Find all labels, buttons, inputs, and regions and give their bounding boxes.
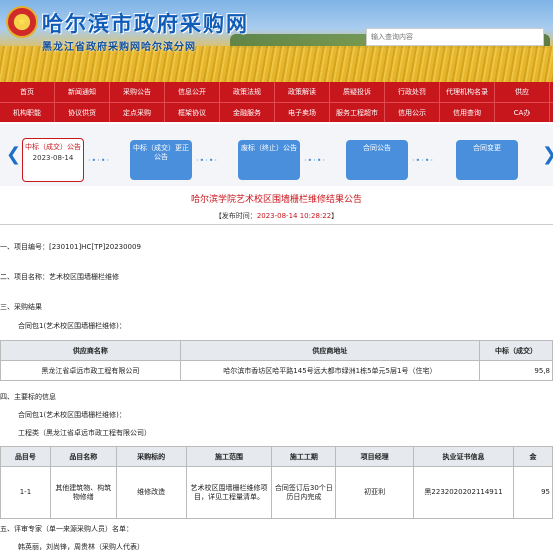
cell-certificate: 黑2232020202114911 [413,466,514,519]
col-manager: 项目经理 [335,446,415,467]
search-box[interactable] [366,28,544,46]
cell-subject: 维修改造 [115,466,187,519]
nav-framework-agreement[interactable]: 框架协议 [165,103,220,122]
nav-ca[interactable]: CA办 [495,103,550,122]
step-label: 中标（成交）更正公告 [133,144,189,161]
cell-item-name: 其他建筑物、构筑物修缮 [49,466,117,519]
col-duration: 施工工期 [271,446,337,467]
publish-prefix: 【发布时间： [214,212,257,220]
step-label: 废标（终止）公告 [241,144,297,152]
nav-designated-procurement[interactable]: 定点采购 [110,103,165,122]
main-subject-heading: 四、主要标的信息 [0,393,56,401]
col-award-amount: 中标（成交） [479,340,553,361]
col-supplier-address: 供应商地址 [179,340,481,361]
nav-regulations[interactable]: 政策法规 [220,82,275,102]
search-input[interactable] [367,29,543,45]
col-amount: 金 [513,446,553,467]
table-header-row: 供应商名称 供应商地址 中标（成交） [0,340,553,361]
step-termination[interactable]: 废标（终止）公告 [238,140,300,180]
nav-suppliers[interactable]: 供应 [495,82,550,102]
project-number-value: [230101]HC[TP]20230009 [49,243,141,251]
nav-home[interactable]: 首页 [0,82,55,102]
cell-supplier-address: 哈尔滨市香坊区哈平路145号远大都市绿洲1栋5单元5层1号（住宅） [179,360,481,381]
package-label: 合同包1(艺术校区围墙栅栏维修)： [18,411,126,419]
site-title[interactable]: 哈尔滨市政府采购网 [42,8,249,38]
col-certificate: 执业证书信息 [413,446,514,467]
step-label: 合同公告 [363,144,391,152]
step-award-notice[interactable]: 中标（成交）公告 2023-08-14 [22,138,84,182]
category-label: 工程类（黑龙江省卓远市政工程有限公司） [18,429,151,437]
publish-suffix: 】 [331,212,339,220]
table-row: 1-1 其他建筑物、构筑物修缮 维修改造 艺术校区围墙栅栏维修项目，详见工程量清… [0,466,553,519]
project-name: 二、项目名称：艺术校区围墙栅栏维修 [0,272,119,282]
nav-financial-services[interactable]: 金融服务 [220,103,275,122]
chevron-left-icon[interactable]: ❮ [6,144,21,165]
cell-item-no: 1-1 [0,466,51,519]
nav-penalties[interactable]: 行政处罚 [385,82,440,102]
nav-agency-list[interactable]: 代理机构名录 [440,82,495,102]
step-connector: ·•·•· [304,156,327,165]
nav-service-supermarket[interactable]: 服务工程超市 [330,103,385,122]
chevron-right-icon[interactable]: ❯ [542,144,553,165]
nav-e-mall[interactable]: 电子卖场 [275,103,330,122]
step-date: 2023-08-14 [32,154,74,162]
experts-heading: 五、评审专家（单一来源采购人员）名单： [0,525,133,533]
nav-complaints[interactable]: 质疑投诉 [330,82,385,102]
nav-agreement-supply[interactable]: 协议供货 [55,103,110,122]
step-label: 中标（成交）公告 [25,143,81,151]
nav-agency-functions[interactable]: 机构职能 [0,103,55,122]
cell-manager: 初亚利 [335,466,415,519]
project-name-label: 二、项目名称： [0,273,49,281]
project-number-label: 一、项目编号： [0,243,49,251]
main-nav: 首页 新闻通知 采购公告 信息公开 政策法规 政策解读 质疑投诉 行政处罚 代理… [0,82,553,102]
col-supplier-name: 供应商名称 [0,340,181,361]
nav-credit-disclosure[interactable]: 信用公示 [385,103,440,122]
nav-procurement-notices[interactable]: 采购公告 [110,82,165,102]
publish-time: 2023-08-14 10:28:22 [256,212,332,220]
col-item-name: 品目名称 [49,446,117,467]
procurement-result-heading: 三、采购结果 [0,303,42,311]
header-banner: ★ 哈尔滨市政府采购网 黑龙江省政府采购网哈尔滨分网 [0,0,553,82]
national-emblem-icon: ★ [6,6,38,38]
step-connector: ·•·•· [88,156,111,165]
col-subject: 采购标的 [115,446,187,467]
step-connector: ·•·•· [196,156,219,165]
nav-credit-query[interactable]: 信用查询 [440,103,495,122]
cell-duration: 合同签订后30个日历日内完成 [271,466,337,519]
col-scope: 施工范围 [185,446,273,467]
table-header-row: 品目号 品目名称 采购标的 施工范围 施工工期 项目经理 执业证书信息 金 [0,446,553,467]
divider [0,224,553,225]
cell-supplier-name: 黑龙江省卓远市政工程有限公司 [0,360,181,381]
nav-news[interactable]: 新闻通知 [55,82,110,102]
nav-policy-interpretation[interactable]: 政策解读 [275,82,330,102]
subject-table: 品目号 品目名称 采购标的 施工范围 施工工期 项目经理 执业证书信息 金 1-… [0,446,553,519]
step-award-correction[interactable]: 中标（成交）更正公告 [130,140,192,180]
project-name-value: 艺术校区围墙栅栏维修 [49,273,119,281]
cell-scope: 艺术校区围墙栅栏维修项目，详见工程量清单。 [185,466,273,519]
step-connector: ·•·•· [412,156,435,165]
project-number: 一、项目编号：[230101]HC[TP]20230009 [0,242,141,252]
sub-nav: 机构职能 协议供货 定点采购 框架协议 金融服务 电子卖场 服务工程超市 信用公… [0,102,553,122]
cell-amount: 95 [513,466,553,519]
notice-title: 哈尔滨学院艺术校区围墙栅栏维修结果公告 [190,195,362,205]
step-label: 合同变更 [473,144,501,152]
notice-steps: ❮ 中标（成交）公告 2023-08-14 ·•·•· 中标（成交）更正公告 ·… [0,124,553,186]
cell-award-amount: 95,8 [479,360,553,381]
package-label: 合同包1(艺术校区围墙栅栏维修)： [18,322,126,330]
step-contract[interactable]: 合同公告 [346,140,408,180]
experts-names: 韩英丽，刘尚锋，周贵林（采购人代表） [18,543,144,550]
step-contract-change[interactable]: 合同变更 [456,140,518,180]
table-row: 黑龙江省卓远市政工程有限公司 哈尔滨市香坊区哈平路145号远大都市绿洲1栋5单元… [0,360,553,381]
nav-info-disclosure[interactable]: 信息公开 [165,82,220,102]
publish-time-line: 【发布时间：2023-08-14 10:28:22】 [0,211,553,221]
site-subtitle: 黑龙江省政府采购网哈尔滨分网 [42,42,196,53]
supplier-table: 供应商名称 供应商地址 中标（成交） 黑龙江省卓远市政工程有限公司 哈尔滨市香坊… [0,340,553,381]
col-item-no: 品目号 [0,446,51,467]
